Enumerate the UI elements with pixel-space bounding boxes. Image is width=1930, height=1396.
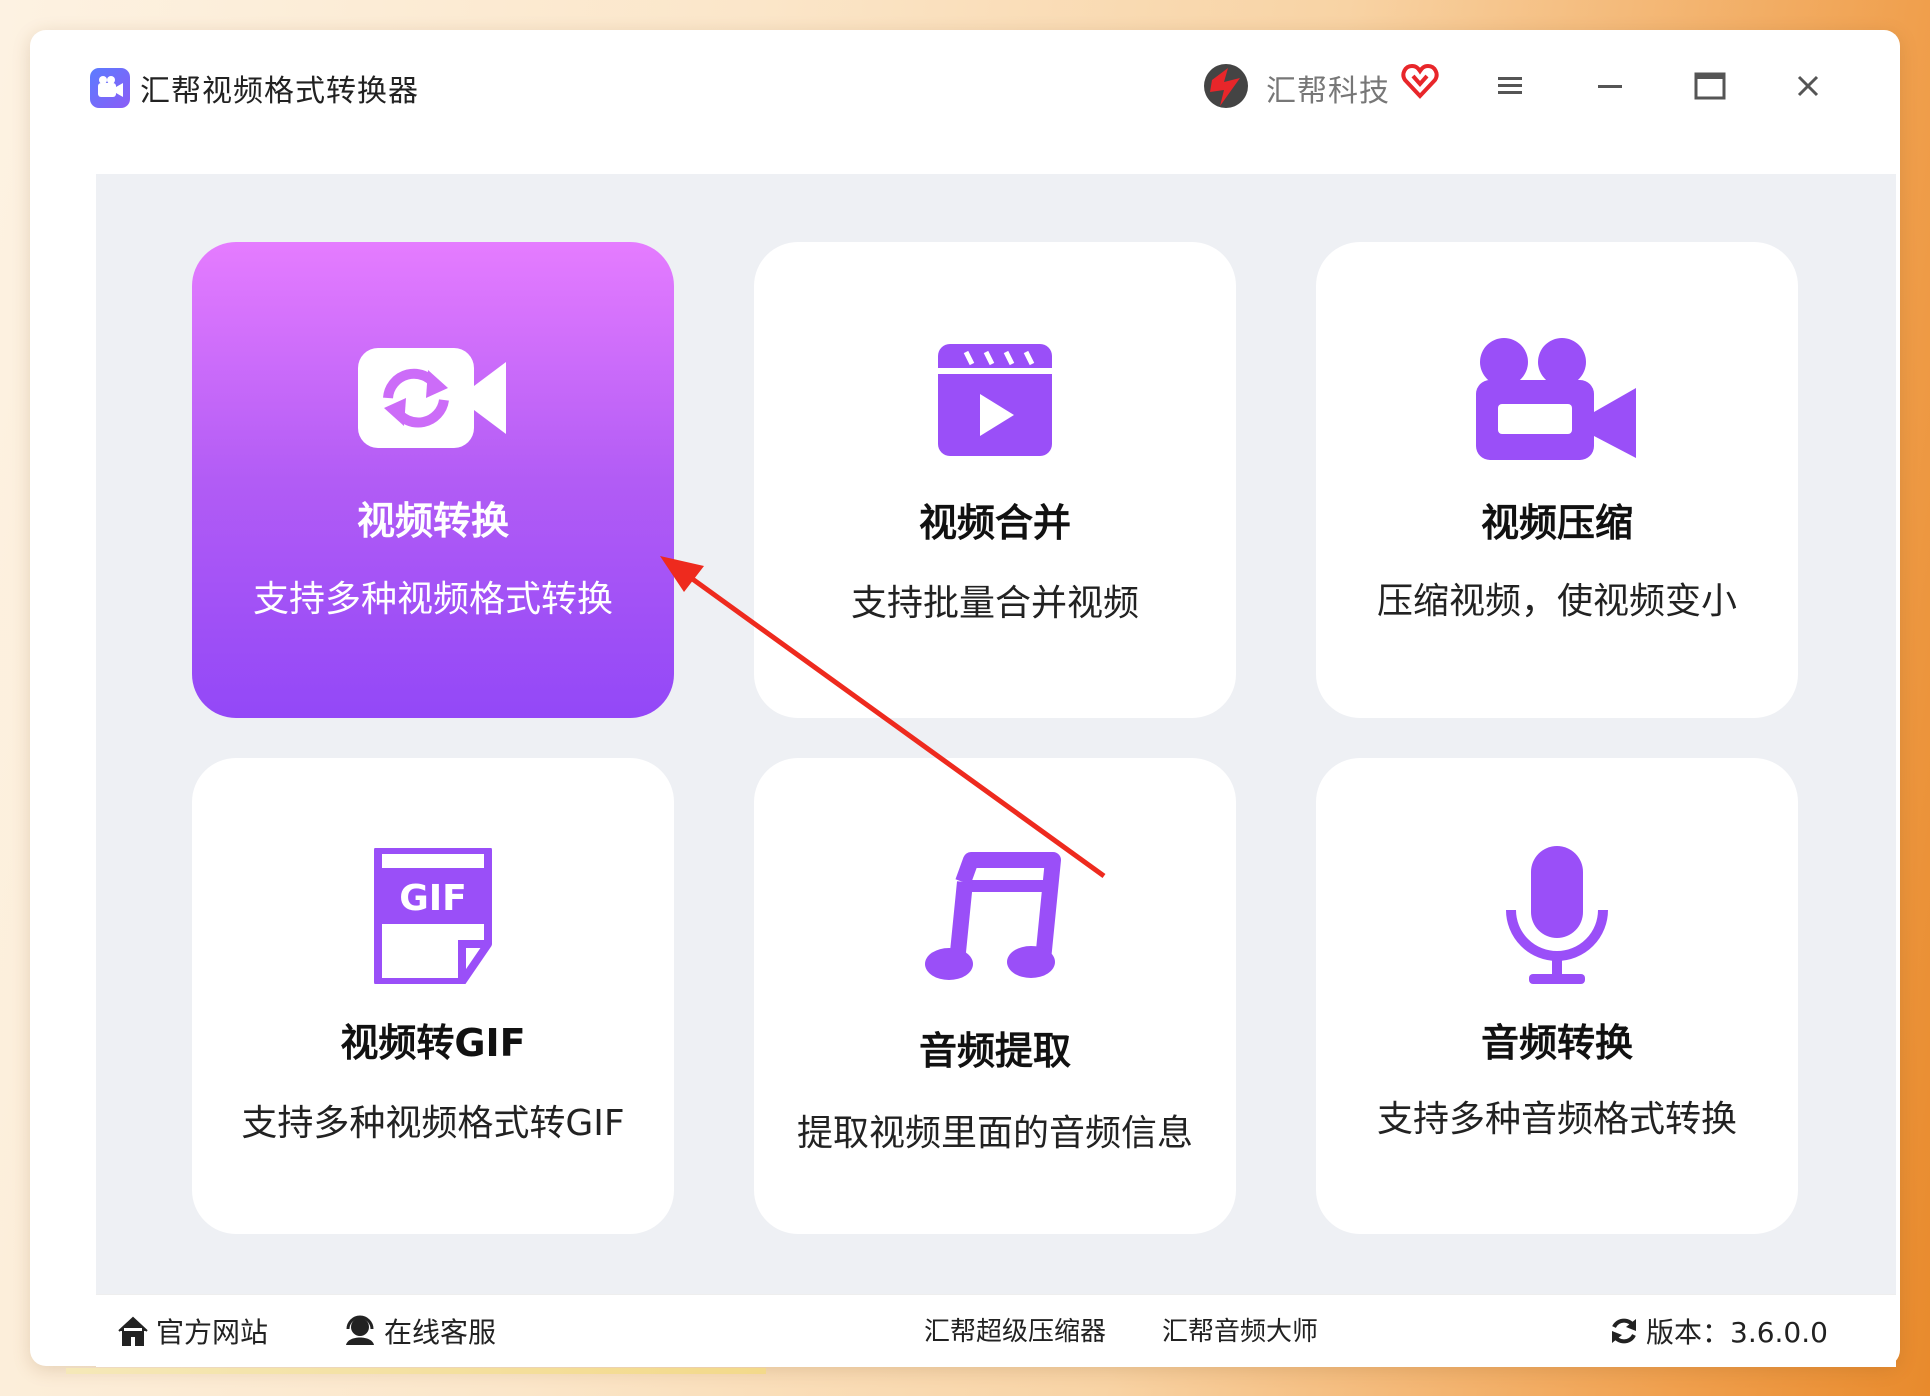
card-desc: 支持多种音频格式转换 bbox=[1376, 1099, 1737, 1140]
card-title: 视频转换 bbox=[356, 499, 509, 543]
card-title: 视频转GIF bbox=[340, 1021, 526, 1065]
close-icon[interactable] bbox=[1796, 74, 1820, 102]
version-label: 版本：3.6.0.0 bbox=[1646, 1316, 1828, 1349]
app-window: 汇帮视频格式转换器 汇帮科技 视频转换 支持多种视频格式转换 视频合并 支持批量… bbox=[30, 30, 1900, 1367]
card-desc: 支持多种视频格式转换 bbox=[252, 579, 613, 620]
card-video-merge[interactable]: 视频合并 支持批量合并视频 bbox=[754, 242, 1236, 718]
compressor-link[interactable]: 汇帮超级压缩器 bbox=[924, 1311, 1106, 1348]
audio-master-link[interactable]: 汇帮音频大师 bbox=[1162, 1311, 1318, 1348]
status-bar: 官方网站 在线客服 汇帮超级压缩器 汇帮音频大师 版本：3.6.0.0 bbox=[96, 1294, 1896, 1367]
card-title: 音频提取 bbox=[918, 1029, 1071, 1073]
feature-grid: 视频转换 支持多种视频格式转换 视频合并 支持批量合并视频 视频压缩 压缩视频，… bbox=[96, 174, 1896, 1294]
minimize-icon[interactable] bbox=[1596, 74, 1624, 102]
version-info[interactable]: 版本：3.6.0.0 bbox=[1608, 1311, 1828, 1351]
card-audio-extract[interactable]: 音频提取 提取视频里面的音频信息 bbox=[754, 758, 1236, 1234]
card-title: 音频转换 bbox=[1480, 1021, 1633, 1065]
svg-text:GIF: GIF bbox=[399, 878, 467, 919]
clapperboard-icon bbox=[754, 344, 1236, 456]
card-video-to-gif[interactable]: GIF 视频转GIF 支持多种视频格式转GIF bbox=[192, 758, 674, 1234]
brand-logo-icon bbox=[1200, 60, 1252, 116]
card-desc: 提取视频里面的音频信息 bbox=[796, 1113, 1193, 1154]
microphone-icon bbox=[1316, 846, 1798, 986]
gif-file-icon: GIF bbox=[192, 848, 674, 984]
card-desc: 支持批量合并视频 bbox=[850, 583, 1139, 624]
online-service-label: 在线客服 bbox=[384, 1316, 497, 1349]
bottom-strip bbox=[66, 1368, 766, 1374]
online-service-link[interactable]: 在线客服 bbox=[342, 1311, 496, 1351]
card-desc: 支持多种视频格式转GIF bbox=[241, 1103, 625, 1144]
card-title: 视频压缩 bbox=[1480, 501, 1633, 545]
official-site-label: 官方网站 bbox=[156, 1316, 269, 1349]
maximize-icon[interactable] bbox=[1694, 72, 1726, 104]
app-title: 汇帮视频格式转换器 bbox=[140, 74, 419, 109]
home-icon bbox=[118, 1316, 148, 1346]
menu-icon[interactable] bbox=[1496, 74, 1524, 102]
card-desc: 压缩视频，使视频变小 bbox=[1376, 581, 1737, 622]
card-video-convert[interactable]: 视频转换 支持多种视频格式转换 bbox=[192, 242, 674, 718]
video-convert-icon bbox=[192, 348, 674, 448]
official-site-link[interactable]: 官方网站 bbox=[116, 1311, 268, 1351]
vip-heart-icon[interactable] bbox=[1400, 62, 1440, 106]
card-video-compress[interactable]: 视频压缩 压缩视频，使视频变小 bbox=[1316, 242, 1798, 718]
card-audio-convert[interactable]: 音频转换 支持多种音频格式转换 bbox=[1316, 758, 1798, 1234]
refresh-icon bbox=[1612, 1318, 1636, 1344]
card-title: 视频合并 bbox=[918, 501, 1071, 545]
music-note-icon bbox=[754, 852, 1236, 982]
app-logo-icon bbox=[90, 68, 130, 108]
brand-name: 汇帮科技 bbox=[1266, 74, 1390, 109]
video-camera-icon bbox=[1316, 338, 1798, 460]
customer-service-icon bbox=[346, 1315, 374, 1345]
